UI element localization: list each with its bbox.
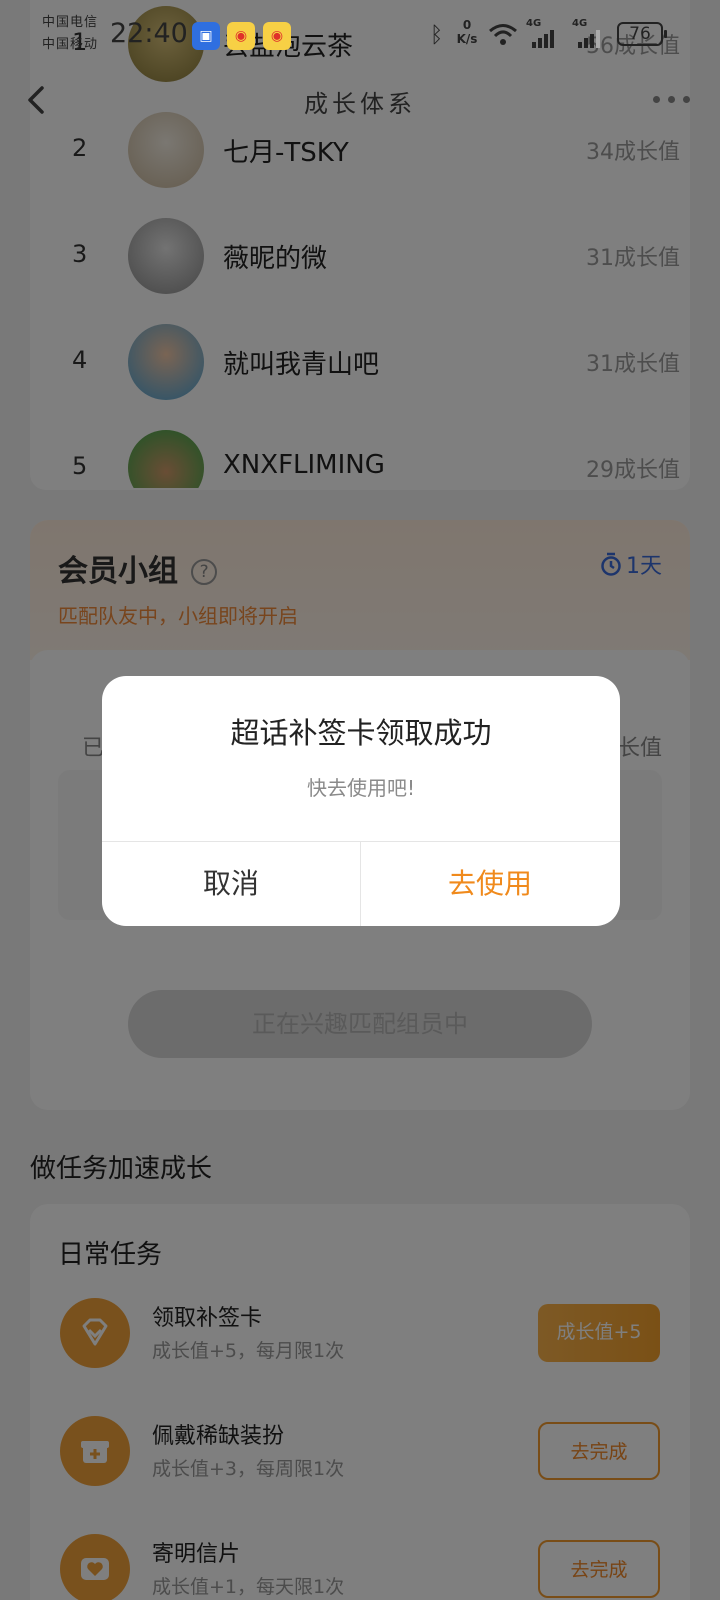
battery-indicator: 76 xyxy=(617,22,667,46)
weibo-notification-icon: ◉ xyxy=(263,22,291,50)
bluetooth-icon: ᛒ xyxy=(430,22,444,48)
signal-label: 4G xyxy=(572,18,588,29)
success-dialog: 超话补签卡领取成功 快去使用吧! 取消 去使用 xyxy=(102,676,620,926)
network-speed-value: 0 xyxy=(462,18,472,32)
carrier-info: 中国电信 中国移动 xyxy=(42,12,98,56)
wifi-icon xyxy=(488,18,518,52)
signal-label: 4G xyxy=(526,18,542,29)
dialog-title: 超话补签卡领取成功 xyxy=(230,716,492,750)
cancel-button[interactable]: 取消 xyxy=(102,842,360,926)
signal-icon: 4G xyxy=(526,18,558,52)
app-notification-icon: ▣ xyxy=(192,22,220,50)
use-now-button[interactable]: 去使用 xyxy=(361,842,619,926)
more-options-button[interactable] xyxy=(653,96,690,103)
status-bar: 中国电信 中国移动 22:40 ▣ ◉ ◉ ᛒ 0 K/s 4G 4G 76 xyxy=(0,0,720,72)
clock: 22:40 xyxy=(110,18,188,49)
weibo-notification-icon: ◉ xyxy=(227,22,255,50)
more-dots-icon xyxy=(653,96,660,103)
page-title: 成长体系 xyxy=(304,90,416,118)
network-speed-unit: K/s xyxy=(456,32,478,46)
carrier-2: 中国移动 xyxy=(42,37,99,52)
navigation-bar: 成长体系 xyxy=(0,72,720,128)
carrier-1: 中国电信 xyxy=(42,15,99,30)
signal-icon: 4G xyxy=(572,18,604,52)
dialog-message: 快去使用吧! xyxy=(306,776,416,800)
network-speed: 0 K/s xyxy=(452,18,482,52)
